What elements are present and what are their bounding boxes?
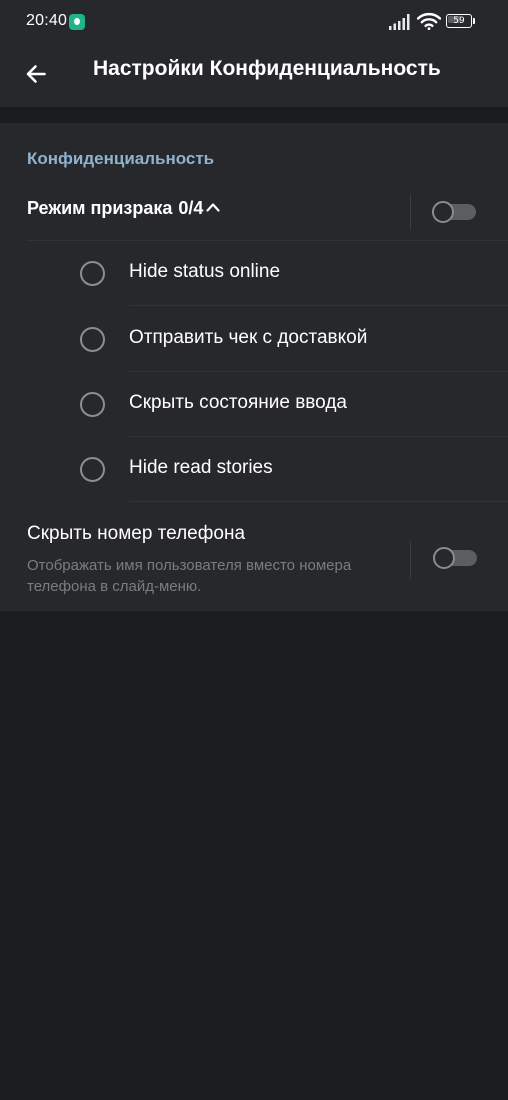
- radio-button[interactable]: [80, 261, 105, 286]
- radio-button[interactable]: [80, 457, 105, 482]
- battery-icon: 59: [446, 14, 476, 28]
- hide-phone-title: Скрыть номер телефона: [27, 523, 246, 544]
- section-gap: [0, 107, 508, 123]
- hide-phone-subtitle: Отображать имя пользователя вместо номер…: [27, 557, 352, 595]
- privacy-card: Конфиденциальность Режим призрака 0/4 Hid…: [0, 123, 508, 611]
- option-label: Скрыть состояние ввода: [129, 392, 347, 413]
- divider: [129, 305, 508, 306]
- option-label: Hide read stories: [129, 457, 273, 478]
- signal-icon: [389, 14, 410, 30]
- ghost-option-hide-typing-status[interactable]: Скрыть состояние ввода: [0, 372, 508, 437]
- screen: 20:40 59 Настройки Конфиденциальность Ко…: [0, 0, 508, 1100]
- chevron-up-icon: [206, 203, 221, 212]
- hide-phone-switch[interactable]: [433, 547, 477, 569]
- battery-tip: [473, 18, 475, 24]
- divider: [129, 501, 508, 502]
- hide-phone-row[interactable]: Скрыть номер телефона Отображать имя пол…: [0, 507, 508, 611]
- radio-button[interactable]: [80, 392, 105, 417]
- ghost-option-hide-read-stories[interactable]: Hide read stories: [0, 437, 508, 502]
- page-title: Настройки Конфиденциальность: [93, 57, 441, 80]
- ghost-mode-switch[interactable]: [432, 201, 476, 223]
- ghost-mode-row[interactable]: Режим призрака 0/4: [0, 184, 508, 240]
- ghost-option-hide-status-online[interactable]: Hide status online: [0, 241, 508, 306]
- battery-level: 59: [453, 16, 465, 26]
- ghost-mode-divider: [410, 194, 411, 230]
- app-bar: Настройки Конфиденциальность: [0, 44, 508, 107]
- wifi-icon: [417, 12, 441, 30]
- status-time: 20:40: [26, 12, 68, 29]
- section-header: Конфиденциальность: [27, 149, 215, 168]
- ghost-mode-count: 0/4: [178, 198, 204, 218]
- switch-thumb: [433, 547, 455, 569]
- radio-button[interactable]: [80, 327, 105, 352]
- ghost-mode-label: Режим призрака: [27, 198, 173, 218]
- app-notification-icon: [69, 14, 85, 30]
- back-button[interactable]: [16, 54, 56, 94]
- ghost-mode-title[interactable]: Режим призрака 0/4: [27, 198, 221, 219]
- option-label: Hide status online: [129, 261, 281, 282]
- status-bar: 20:40 59: [0, 0, 508, 44]
- hide-phone-divider: [410, 542, 411, 578]
- option-label: Отправить чек с доставкой: [129, 327, 368, 348]
- switch-thumb: [432, 201, 454, 223]
- back-arrow-icon: [26, 65, 46, 83]
- ghost-option-send-delivery-receipt[interactable]: Отправить чек с доставкой: [0, 307, 508, 372]
